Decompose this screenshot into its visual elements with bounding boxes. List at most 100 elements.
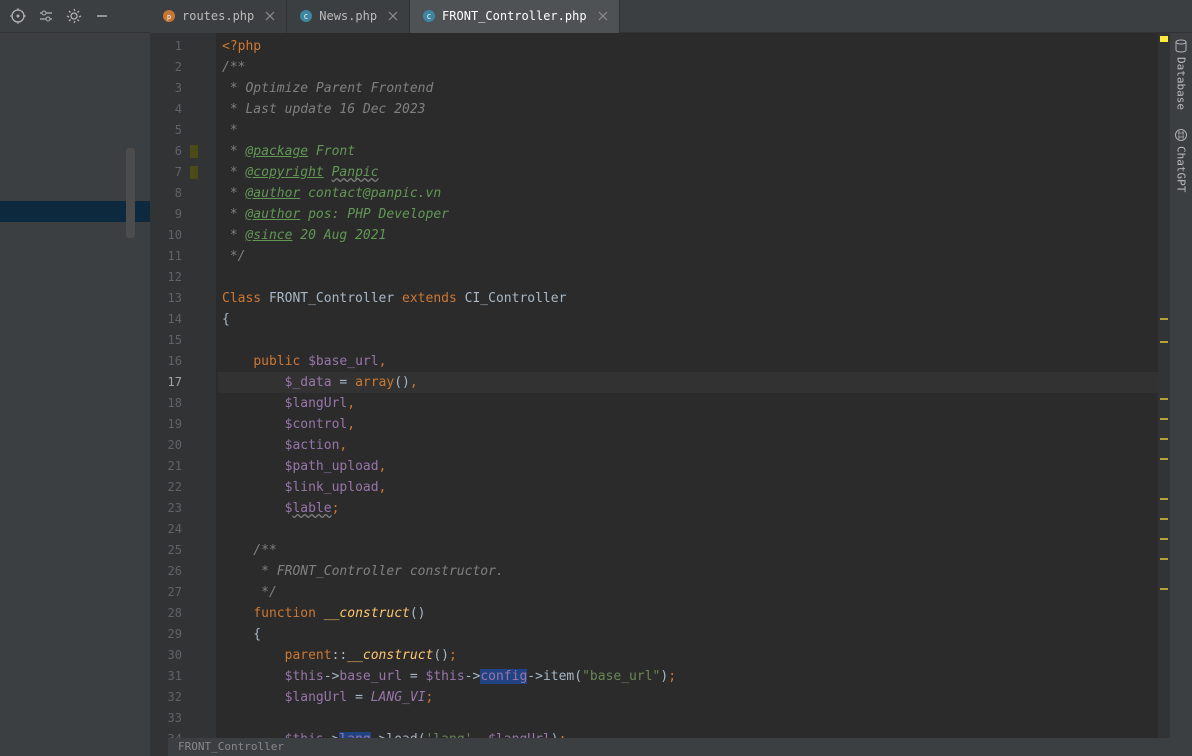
line-number: 8 — [150, 183, 200, 204]
tab-label: routes.php — [182, 9, 254, 23]
code-line — [218, 330, 1170, 351]
line-number: 4 — [150, 99, 200, 120]
breadcrumb[interactable]: FRONT_Controller — [168, 738, 1170, 756]
line-number: 5 — [150, 120, 200, 141]
line-number: 6 — [150, 141, 200, 162]
line-number: 22 — [150, 477, 200, 498]
code-editor[interactable]: <?php /** * Optimize Parent Frontend * L… — [218, 33, 1170, 756]
line-number: 30 — [150, 645, 200, 666]
warning-indicator — [1160, 36, 1168, 42]
line-number: 29 — [150, 624, 200, 645]
settings-sliders-icon[interactable] — [38, 8, 54, 24]
svg-text:C: C — [427, 13, 431, 21]
warning-mark — [1160, 558, 1168, 560]
close-icon[interactable] — [597, 10, 609, 22]
code-line: Class FRONT_Controller extends CI_Contro… — [218, 288, 1170, 309]
line-number: 19 — [150, 414, 200, 435]
gear-icon[interactable] — [66, 8, 82, 24]
target-icon[interactable] — [10, 8, 26, 24]
code-line: * @author pos: PHP Developer — [218, 204, 1170, 225]
code-line: $langUrl = LANG_VI; — [218, 687, 1170, 708]
tab-routes[interactable]: p routes.php — [150, 0, 287, 33]
line-number: 17 — [150, 372, 200, 393]
warning-mark — [1160, 341, 1168, 343]
line-number: 9 — [150, 204, 200, 225]
code-line: * @author contact@panpic.vn — [218, 183, 1170, 204]
line-number: 1 — [150, 36, 200, 57]
line-number: 18 — [150, 393, 200, 414]
warning-mark — [1160, 398, 1168, 400]
line-number: 3 — [150, 78, 200, 99]
svg-text:p: p — [167, 13, 171, 21]
toolbar-icons — [0, 8, 150, 24]
line-number: 25 — [150, 540, 200, 561]
minimize-icon[interactable] — [94, 8, 110, 24]
database-icon — [1174, 39, 1188, 53]
code-line: $langUrl, — [218, 393, 1170, 414]
line-number: 20 — [150, 435, 200, 456]
code-line: $control, — [218, 414, 1170, 435]
warning-mark — [1160, 438, 1168, 440]
code-line: /** — [218, 540, 1170, 561]
svg-text:C: C — [304, 13, 308, 21]
code-line — [218, 519, 1170, 540]
code-line: { — [218, 624, 1170, 645]
code-line: $this->base_url = $this->config->item("b… — [218, 666, 1170, 687]
code-line: $path_upload, — [218, 456, 1170, 477]
line-number: 32 — [150, 687, 200, 708]
line-number: 16 — [150, 351, 200, 372]
line-number: 21 — [150, 456, 200, 477]
database-tool[interactable]: Database — [1174, 39, 1188, 110]
tab-front-controller[interactable]: C FRONT_Controller.php — [410, 0, 620, 33]
php-class-icon: C — [422, 9, 436, 23]
code-line: $action, — [218, 435, 1170, 456]
code-line: * FRONT_Controller constructor. — [218, 561, 1170, 582]
tab-label: FRONT_Controller.php — [442, 9, 587, 23]
line-number: 10 — [150, 225, 200, 246]
project-sidebar[interactable] — [0, 33, 150, 756]
line-number: 26 — [150, 561, 200, 582]
code-line: */ — [218, 246, 1170, 267]
line-number: 12 — [150, 267, 200, 288]
php-file-icon: p — [162, 9, 176, 23]
close-icon[interactable] — [387, 10, 399, 22]
code-line: public $base_url, — [218, 351, 1170, 372]
close-icon[interactable] — [264, 10, 276, 22]
code-line: * @package Front — [218, 141, 1170, 162]
warning-mark — [1160, 458, 1168, 460]
line-gutter[interactable]: 1 2 3 4 5 6 7 8 9 10 11 12 13 14 15 16 1… — [150, 33, 200, 756]
warning-mark — [1160, 518, 1168, 520]
code-line: /** — [218, 57, 1170, 78]
line-number: 31 — [150, 666, 200, 687]
code-line: $_data = array(), — [218, 372, 1170, 393]
warning-mark — [1160, 318, 1168, 320]
code-line: * Last update 16 Dec 2023 — [218, 99, 1170, 120]
line-number: 24 — [150, 519, 200, 540]
warning-mark — [1160, 538, 1168, 540]
tab-label: News.php — [319, 9, 377, 23]
chatgpt-tool[interactable]: ChatGPT — [1174, 128, 1188, 192]
tab-news[interactable]: C News.php — [287, 0, 410, 33]
error-stripe[interactable] — [1158, 33, 1170, 756]
line-number: 33 — [150, 708, 200, 729]
line-number: 2 — [150, 57, 200, 78]
php-class-icon: C — [299, 9, 313, 23]
warning-mark — [1160, 498, 1168, 500]
right-tool-panel: Database ChatGPT — [1170, 33, 1192, 756]
line-number: 11 — [150, 246, 200, 267]
line-number: 27 — [150, 582, 200, 603]
code-line: parent::__construct(); — [218, 645, 1170, 666]
line-number: 15 — [150, 330, 200, 351]
code-line — [218, 267, 1170, 288]
code-line — [218, 708, 1170, 729]
sidebar-scrollbar[interactable] — [126, 148, 135, 238]
line-number: 13 — [150, 288, 200, 309]
code-line: * @copyright Panpic — [218, 162, 1170, 183]
code-line: * — [218, 120, 1170, 141]
warning-mark — [1160, 588, 1168, 590]
chatgpt-icon — [1174, 128, 1188, 142]
code-line: { — [218, 309, 1170, 330]
editor: 1 2 3 4 5 6 7 8 9 10 11 12 13 14 15 16 1… — [150, 33, 1170, 756]
editor-tabs: p routes.php C News.php C FRONT_Controll… — [150, 0, 620, 33]
code-line: */ — [218, 582, 1170, 603]
